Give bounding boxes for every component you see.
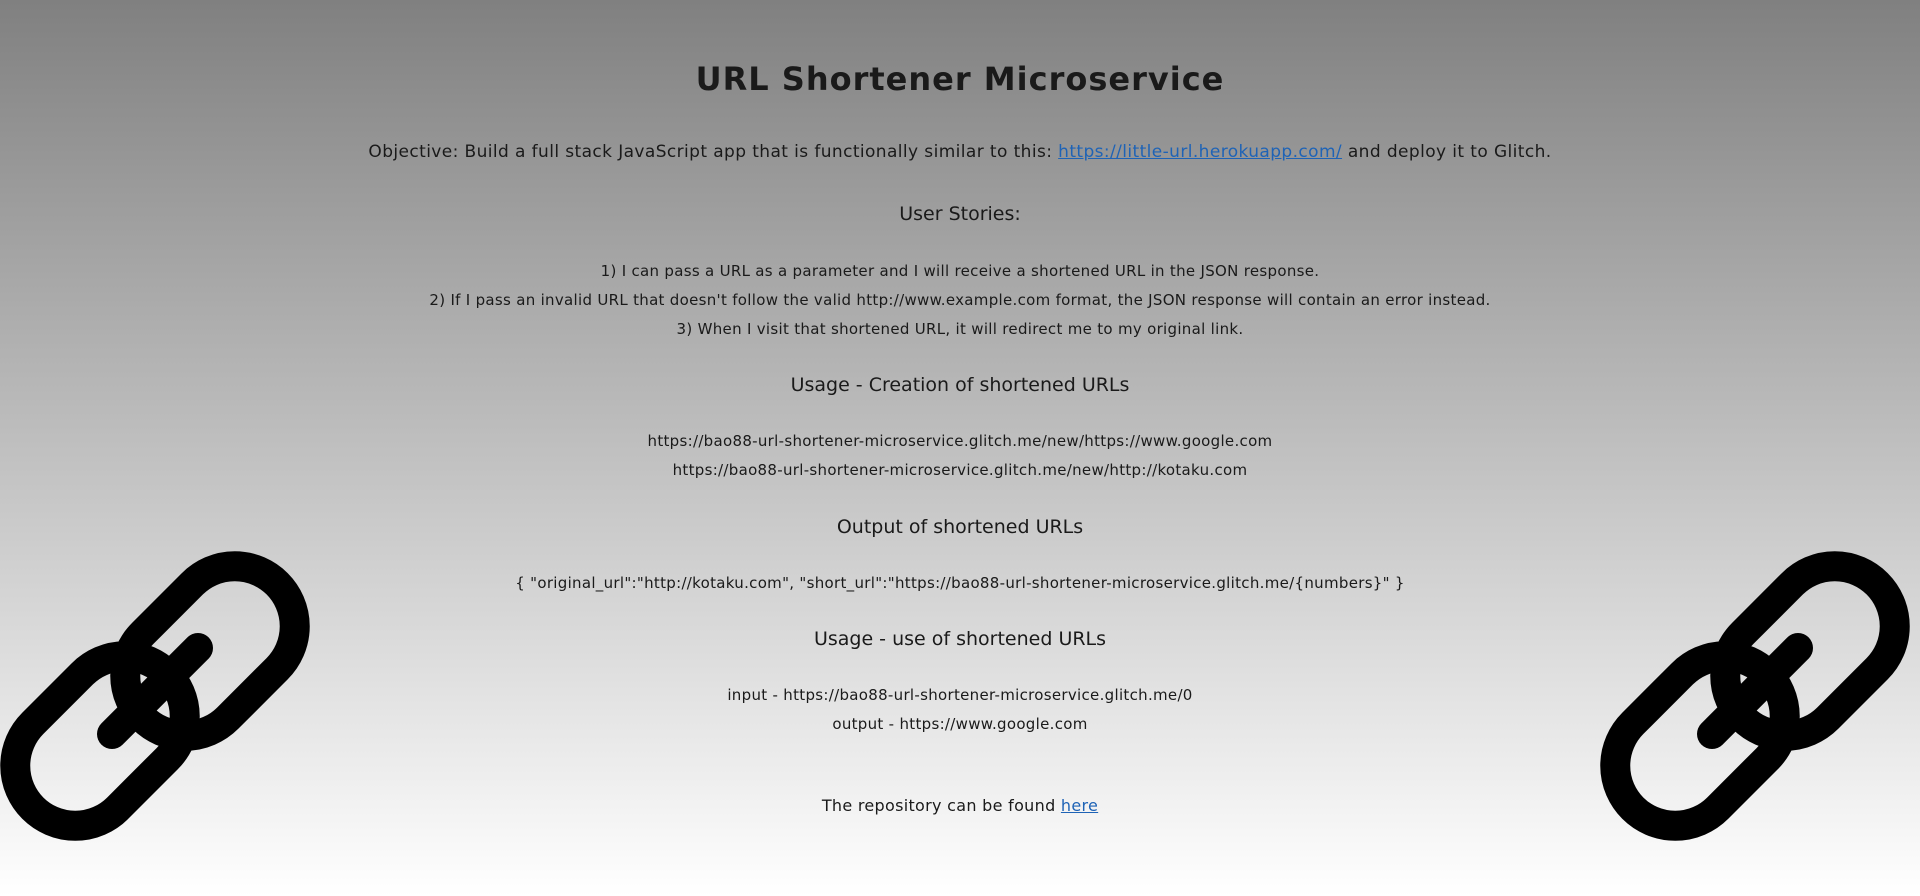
page-title: URL Shortener Microservice bbox=[695, 60, 1225, 98]
example-app-link[interactable]: https://little-url.herokuapp.com/ bbox=[1058, 142, 1342, 162]
creation-heading: Usage - Creation of shortened URLs bbox=[790, 374, 1130, 396]
user-story-3: 3) When I visit that shortened URL, it w… bbox=[676, 320, 1244, 338]
use-input: input - https://bao88-url-shortener-micr… bbox=[727, 686, 1193, 704]
creation-example-2: https://bao88-url-shortener-microservice… bbox=[672, 461, 1248, 479]
use-heading: Usage - use of shortened URLs bbox=[813, 628, 1107, 650]
user-story-2: 2) If I pass an invalid URL that doesn't… bbox=[429, 291, 1491, 309]
output-heading: Output of shortened URLs bbox=[836, 516, 1084, 538]
creation-example-1: https://bao88-url-shortener-microservice… bbox=[647, 432, 1273, 450]
repository-note: The repository can be found here bbox=[0, 796, 1920, 815]
objective-prefix: Objective: Build a full stack JavaScript… bbox=[368, 142, 1053, 162]
user-story-1: 1) I can pass a URL as a parameter and I… bbox=[600, 262, 1320, 280]
repository-link[interactable]: here bbox=[1061, 796, 1098, 815]
objective: Objective: Build a full stack JavaScript… bbox=[0, 142, 1920, 162]
repository-prefix: The repository can be found bbox=[821, 796, 1056, 815]
user-stories-heading: User Stories: bbox=[899, 203, 1021, 225]
use-output: output - https://www.google.com bbox=[832, 715, 1088, 733]
objective-suffix: and deploy it to Glitch. bbox=[1347, 142, 1552, 162]
output-example: { "original_url":"http://kotaku.com", "s… bbox=[515, 574, 1405, 592]
